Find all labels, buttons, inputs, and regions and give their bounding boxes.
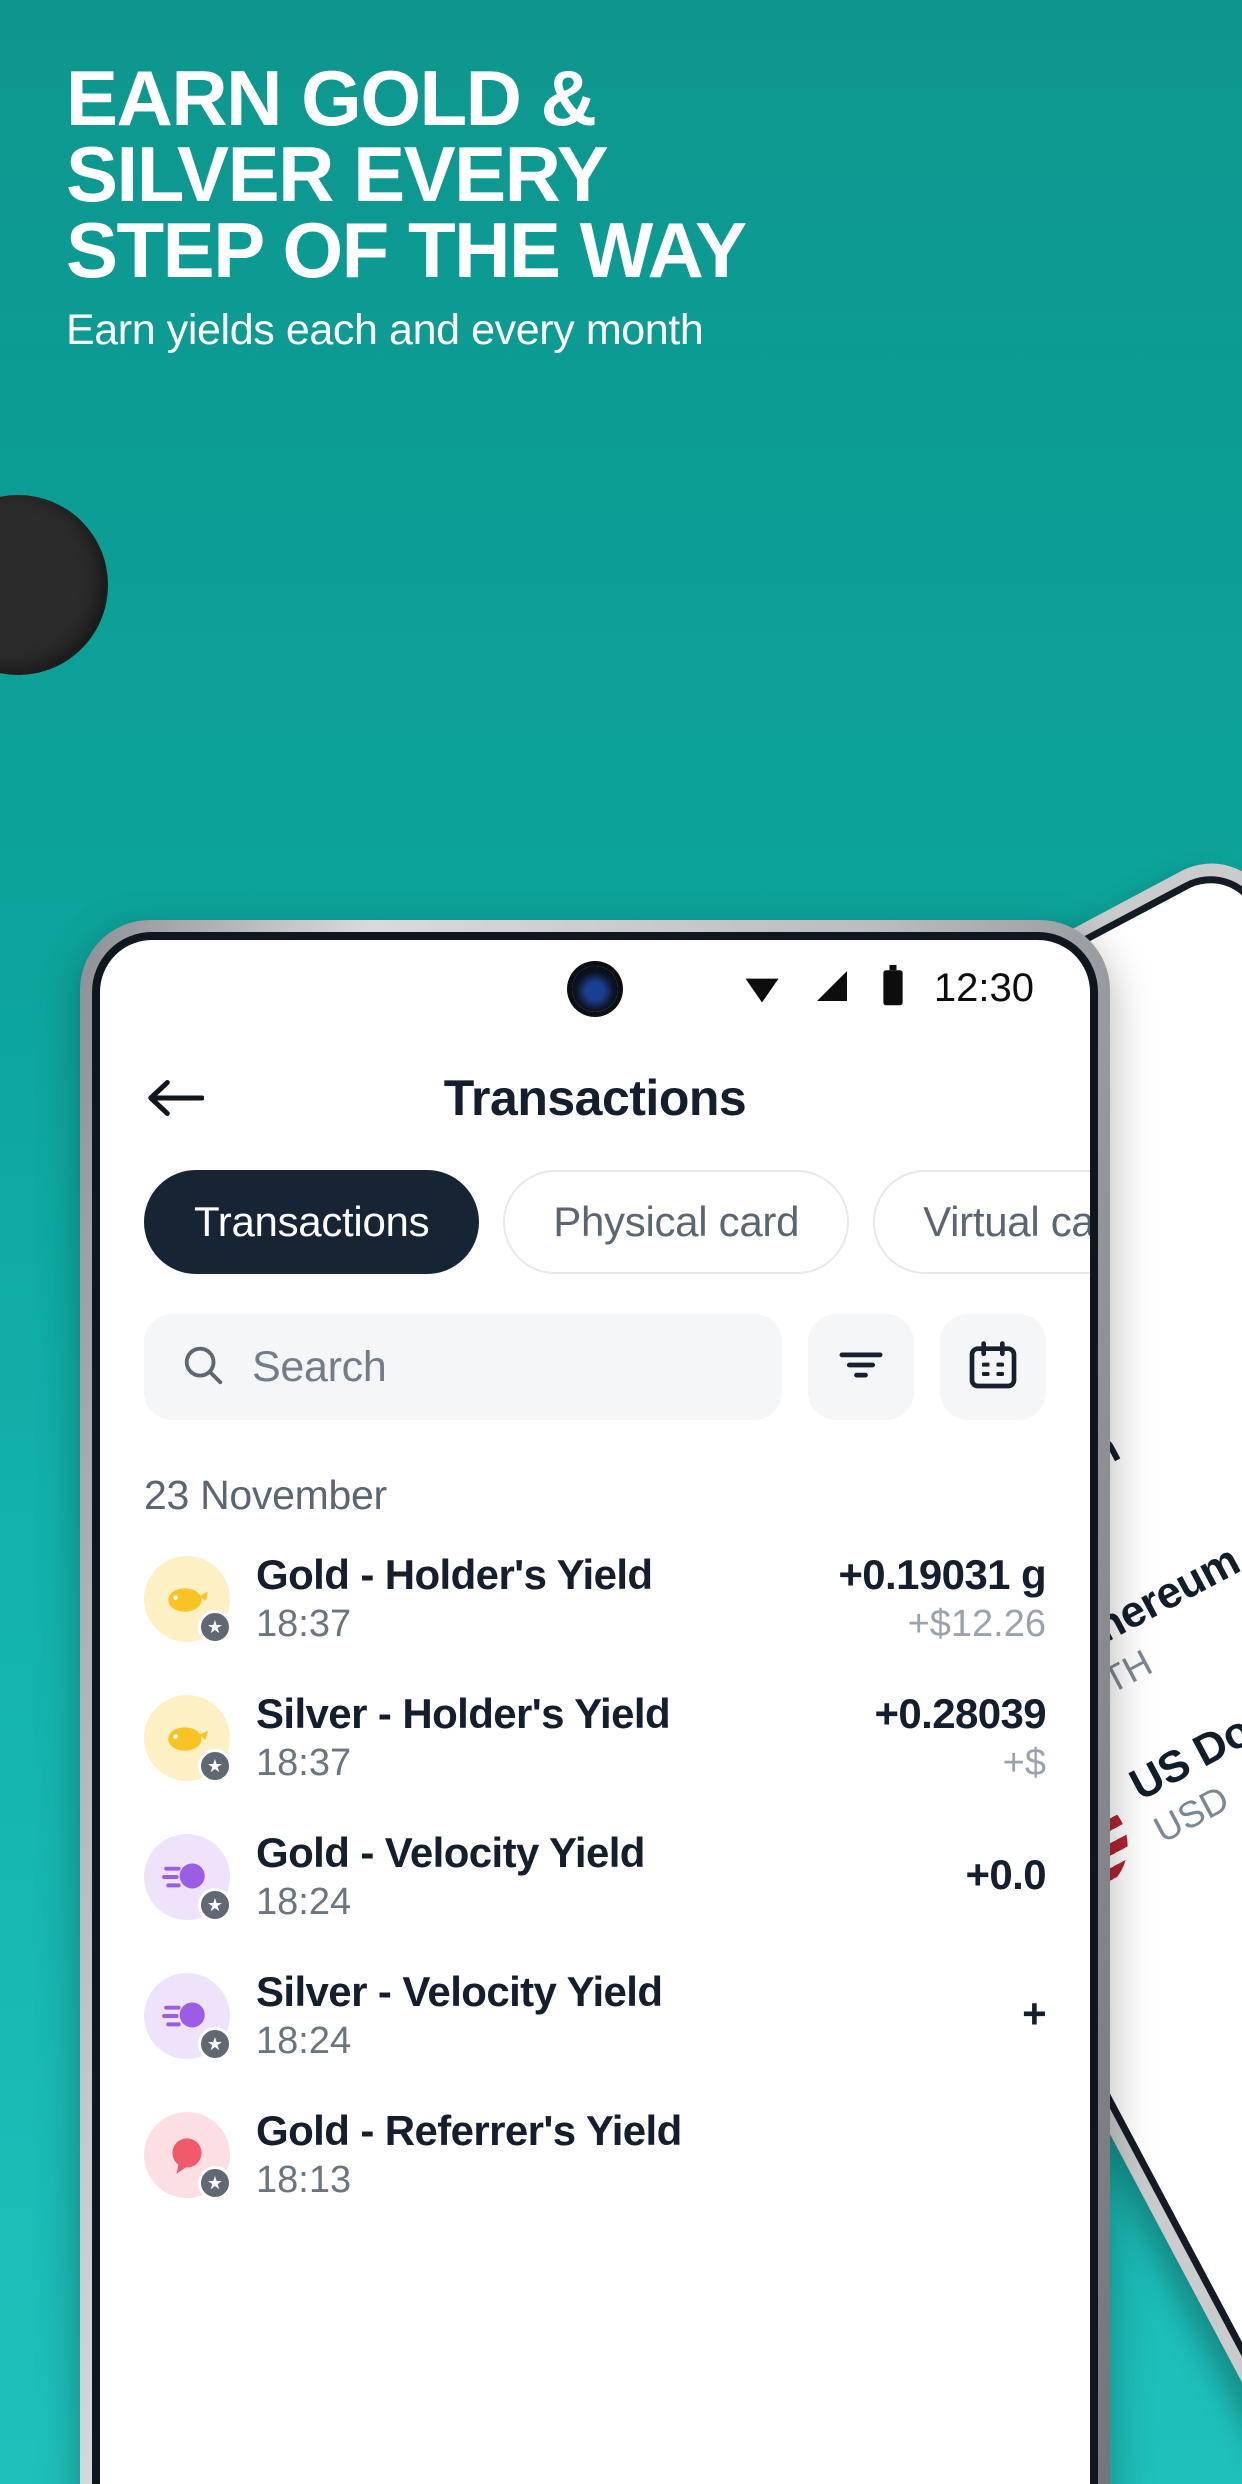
filter-icon <box>834 1338 888 1397</box>
table-row[interactable]: ★ Gold - Referrer's Yield 18:13 <box>100 2085 1090 2224</box>
transaction-title: Gold - Velocity Yield <box>256 1829 645 1876</box>
transaction-title: Gold - Holder's Yield <box>256 1551 653 1598</box>
table-row[interactable]: ★ Silver - Velocity Yield 18:24 + <box>100 1946 1090 2085</box>
verified-badge-icon: ★ <box>198 1887 232 1922</box>
verified-badge-icon: ★ <box>198 1609 232 1644</box>
search-input[interactable]: Search <box>144 1314 782 1420</box>
headline-line-1: EARN GOLD & <box>66 54 597 142</box>
transaction-title: Gold - Referrer's Yield <box>256 2107 682 2154</box>
promo-subheadline: Earn yields each and every month <box>66 306 704 354</box>
speed-chat-icon: ★ <box>144 1833 232 1922</box>
back-arrow-icon[interactable] <box>144 1067 206 1129</box>
transaction-amount: +0.0 <box>965 1850 1046 1898</box>
verified-badge-icon: ★ <box>198 2165 232 2200</box>
search-and-filters: Search <box>100 1274 1090 1420</box>
primary-phone-mockup: 12:30 Transactions Transactions Physical… <box>80 920 1110 2484</box>
transaction-amount: +0.28039 <box>874 1690 1046 1737</box>
speed-chat-icon: ★ <box>144 1972 232 2061</box>
calendar-icon <box>965 1337 1021 1398</box>
search-icon <box>180 1342 226 1393</box>
transaction-time: 18:24 <box>256 1881 352 1923</box>
date-group-header: 23 November <box>144 1472 387 1518</box>
search-placeholder: Search <box>252 1342 387 1391</box>
transaction-amount: + <box>1022 1989 1047 2037</box>
verified-badge-icon: ★ <box>198 2026 232 2061</box>
filter-button[interactable] <box>808 1314 914 1420</box>
transaction-title: Silver - Velocity Yield <box>256 1968 663 2015</box>
transaction-time: 18:24 <box>256 2020 352 2062</box>
transaction-fiat-amount: +$12.26 <box>907 1603 1046 1645</box>
page-title: Transactions <box>443 1070 747 1126</box>
table-row[interactable]: ★ Silver - Holder's Yield 18:37 +0.28039… <box>100 1668 1090 1807</box>
battery-icon <box>880 964 906 1012</box>
transaction-title: Silver - Holder's Yield <box>256 1690 671 1737</box>
headline-line-3: STEP OF THE WAY <box>66 206 747 294</box>
phone-screen: 12:30 Transactions Transactions Physical… <box>92 932 1098 2484</box>
transaction-list: ★ Gold - Holder's Yield 18:37 +0.19031 g… <box>100 1529 1090 2224</box>
cellular-signal-icon <box>812 966 852 1011</box>
status-bar: 12:30 <box>100 940 1090 1036</box>
transaction-time: 18:37 <box>256 1742 352 1784</box>
table-row[interactable]: ★ Gold - Holder's Yield 18:37 +0.19031 g… <box>100 1529 1090 1668</box>
transaction-time: 18:13 <box>256 2159 352 2201</box>
tab-bar: Transactions Physical card Virtual card <box>100 1160 1090 1274</box>
tab-physical-card[interactable]: Physical card <box>503 1170 850 1274</box>
app-header: Transactions <box>100 1036 1090 1160</box>
status-icons: 12:30 <box>740 964 1034 1013</box>
verified-badge-icon: ★ <box>198 1748 232 1783</box>
promo-headline: EARN GOLD & SILVER EVERY STEP OF THE WAY <box>66 54 1126 294</box>
date-range-button[interactable] <box>940 1314 1046 1420</box>
status-bar-time: 12:30 <box>933 965 1034 1010</box>
tab-virtual-card[interactable]: Virtual card <box>873 1170 1090 1274</box>
table-row[interactable]: ★ Gold - Velocity Yield 18:24 +0.0 <box>100 1807 1090 1946</box>
transaction-time: 18:37 <box>256 1603 352 1645</box>
piggy-bank-icon: ★ <box>144 1694 232 1783</box>
transaction-amount: +0.19031 g <box>838 1551 1046 1598</box>
front-camera-punch-hole <box>572 966 618 1012</box>
headline-line-2: SILVER EVERY <box>66 130 609 218</box>
tab-transactions[interactable]: Transactions <box>144 1170 480 1274</box>
chat-bubble-icon: ★ <box>144 2111 232 2200</box>
transaction-fiat-amount: +$ <box>1002 1742 1046 1784</box>
wifi-icon <box>740 964 784 1013</box>
piggy-bank-icon: ★ <box>144 1555 232 1644</box>
